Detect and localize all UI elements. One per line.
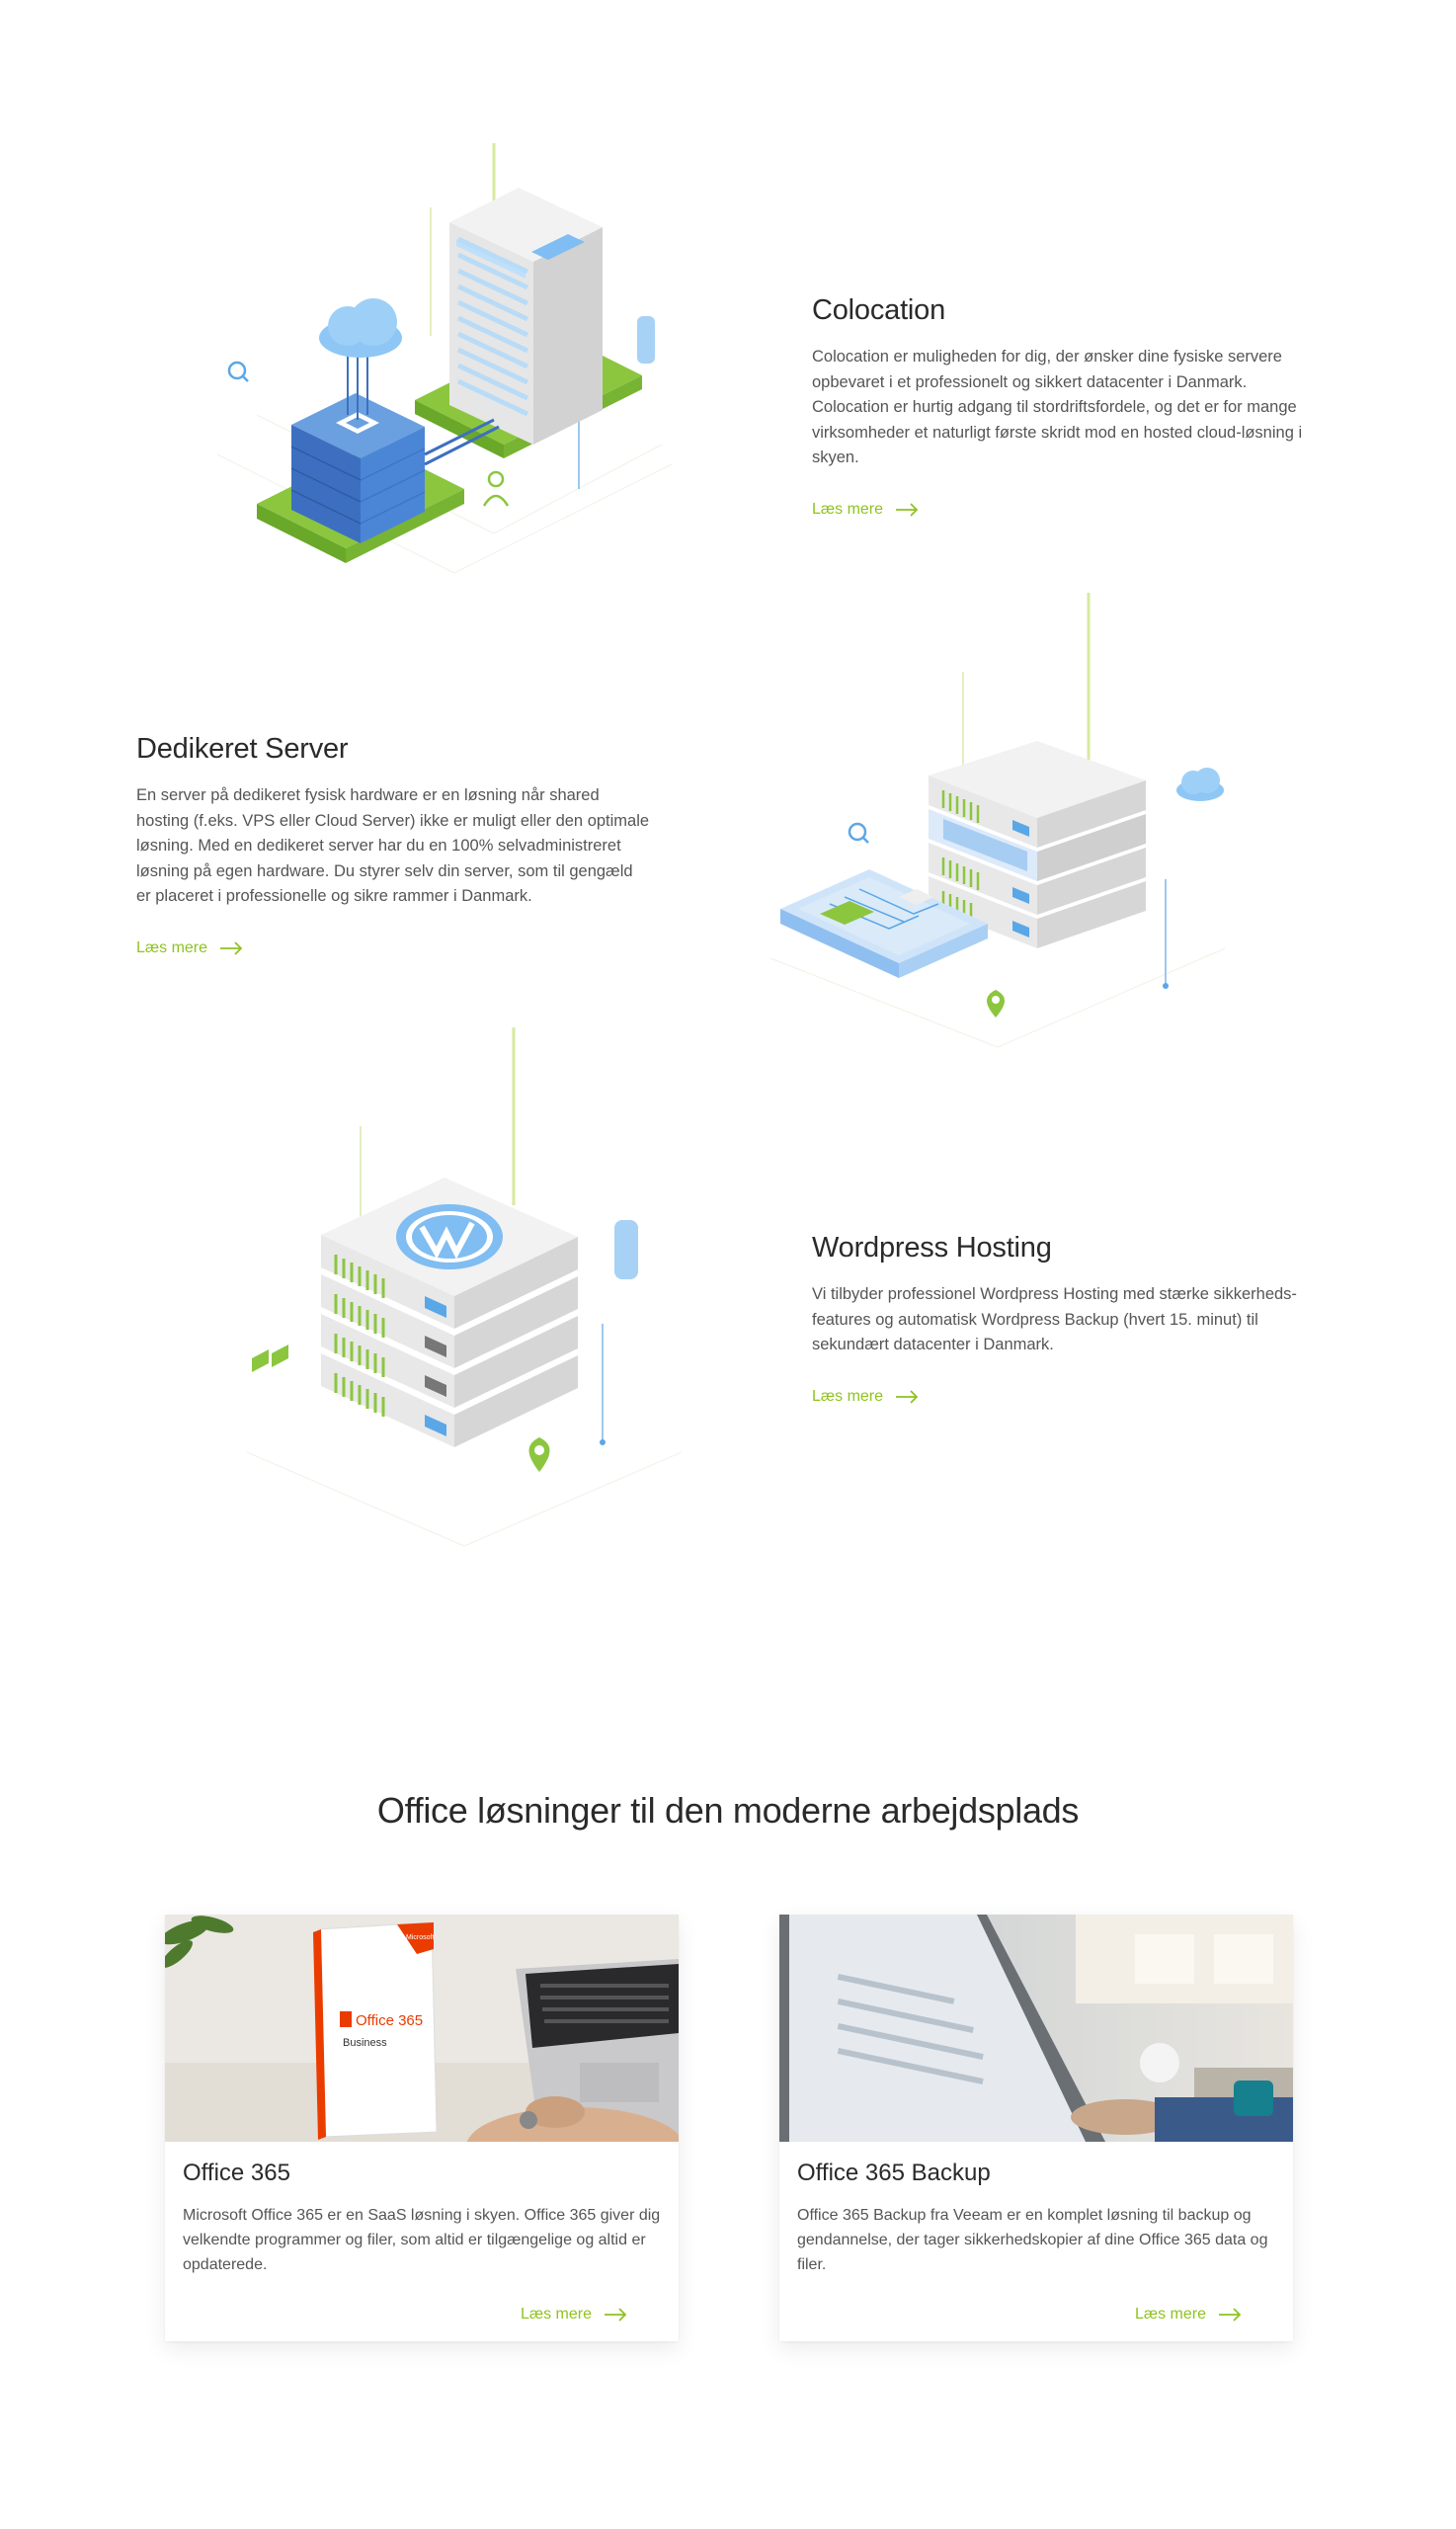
arrow-right-icon (1219, 2308, 1242, 2322)
read-more-label: Læs mere (812, 1387, 884, 1405)
office-section-title: Office løsninger til den moderne arbejds… (376, 1790, 1080, 1831)
feature-description: Vi tilbyder professionel Wordpress Hosti… (812, 1285, 1297, 1353)
map-pin-icon (987, 990, 1005, 1018)
feature-description: Colocation er muligheden for dig, der øn… (812, 348, 1303, 466)
map-pin-icon (528, 1437, 550, 1472)
read-more-label: Læs mere (136, 938, 208, 956)
colocation-read-more-link[interactable]: Læs mere (812, 501, 919, 519)
box-brand: Microsoft (406, 1934, 434, 1941)
box-edition: Business (343, 2037, 387, 2049)
arrow-right-icon (896, 502, 919, 517)
feature-title: Dedikeret Server (136, 733, 349, 765)
feature-title: Colocation (812, 294, 946, 326)
arrow-right-icon (896, 1389, 919, 1404)
cloud-icon (1176, 768, 1224, 801)
arrow-right-icon (605, 2308, 627, 2322)
arrow-right-icon (220, 940, 243, 955)
dedicated-server-illustration (751, 583, 1245, 1057)
read-more-label: Læs mere (520, 2306, 592, 2323)
card-title: Office 365 Backup (797, 2160, 991, 2186)
feature-title: Wordpress Hosting (812, 1232, 1052, 1264)
feature-description: En server på dedikeret fysisk hardware e… (136, 786, 650, 905)
box-product: Office 365 (356, 2012, 423, 2029)
card-description: Office 365 Backup fra Veeam er en komple… (797, 2207, 1268, 2273)
dedicated-server-read-more-link[interactable]: Læs mere (136, 939, 243, 957)
read-more-label: Læs mere (1134, 2306, 1206, 2323)
office-365-backup-image (779, 1915, 1293, 2142)
office-365-card[interactable]: Microsoft Office 365 Business Office 365… (165, 1915, 679, 2341)
office-365-image: Microsoft Office 365 Business (165, 1915, 679, 2142)
cloud-icon (319, 298, 402, 358)
wordpress-logo-icon (396, 1204, 503, 1269)
wordpress-hosting-illustration (227, 1008, 701, 1561)
card-title: Office 365 (183, 2160, 290, 2186)
feature-dedicated-server: Dedikeret Server En server på dedikeret … (136, 733, 650, 957)
colocation-illustration (198, 128, 691, 593)
wordpress-hosting-read-more-link[interactable]: Læs mere (812, 1388, 919, 1406)
office-365-backup-card[interactable]: Office 365 Backup Office 365 Backup fra … (779, 1915, 1293, 2341)
office-365-backup-read-more-link[interactable]: Læs mere (1135, 2306, 1242, 2324)
office-365-read-more-link[interactable]: Læs mere (521, 2306, 627, 2324)
feature-wordpress-hosting: Wordpress Hosting Vi tilbyder profession… (812, 1232, 1326, 1406)
read-more-label: Læs mere (812, 500, 884, 518)
feature-colocation: Colocation Colocation er muligheden for … (812, 294, 1326, 519)
card-description: Microsoft Office 365 er en SaaS løsning … (183, 2207, 661, 2273)
